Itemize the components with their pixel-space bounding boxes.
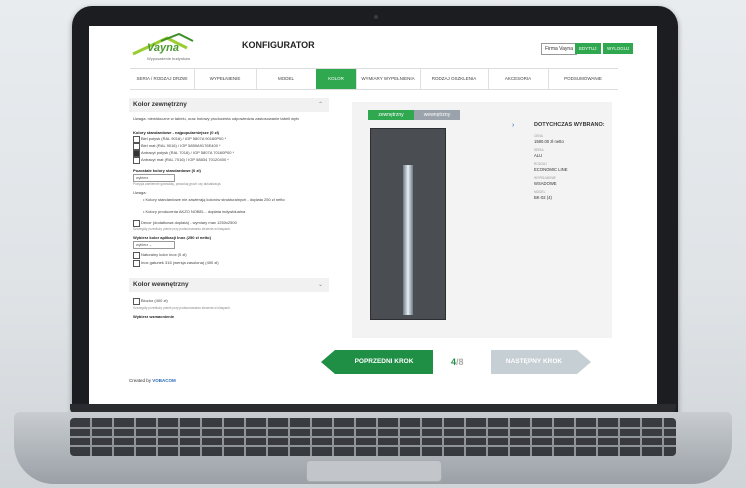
screen: Vayna Wyposażenie budynków KONFIGURATOR … [89, 26, 657, 404]
page-title: KONFIGURATOR [242, 40, 315, 50]
door-preview-panel: zewnętrzny wewnętrzny › DOTYCHCZAS WYBRA… [352, 102, 612, 338]
prev-arrow-icon[interactable] [321, 350, 335, 374]
prev-step-button[interactable]: POPRZEDNI KROK [335, 350, 433, 374]
inox-checkbox[interactable] [133, 252, 140, 259]
tab-interior[interactable]: wewnętrzny [414, 110, 460, 120]
option-checkbox[interactable] [133, 157, 140, 164]
notes-label: Uwaga: [133, 190, 147, 195]
keyboard [70, 418, 676, 456]
other-colors-select[interactable]: wybierz [133, 174, 175, 182]
next-step-button[interactable]: NASTĘPNY KROK [491, 350, 577, 374]
summary-label: WYPEŁNIENIE [534, 176, 556, 180]
decor-label: Decor (dodatkowa dopłata) - wymiary max … [141, 220, 237, 225]
tab-akcesoria[interactable]: AKCESORIA [488, 69, 548, 89]
option-label: Biel mat (RAL 9016) / IGP 5859A9176E400 … [141, 143, 221, 148]
summary-value: ECONOMIC LINE [534, 167, 568, 172]
interior-extra-heading: Wybierz wzmacnienie [133, 314, 175, 319]
other-colors-note: Pozycja zamiennie gotowiołę, poszukaj gr… [133, 182, 222, 186]
interior-section-header[interactable]: Kolor wewnętrzny ⌄ [129, 278, 329, 292]
interior-option-label: Biozior (400 zł) [141, 298, 168, 303]
summary-label: RODZAJ [534, 162, 547, 166]
exterior-heading: Kolor zewnętrzny [133, 101, 187, 108]
option-label: Antracyt mat (RAL 7016) / IGP 58834 7012… [141, 157, 229, 162]
inox-label: Naturalny kolor Inox (0 zł) [141, 252, 187, 257]
interior-heading: Kolor wewnętrzny [133, 281, 189, 288]
credits: Created by VOBACOM [129, 378, 176, 383]
application-heading: Wybierz kolor aplikacji Inox (250 zł net… [133, 235, 211, 240]
step-counter: 4/8 [451, 357, 464, 367]
step-nav: SERIA / RODZAJ DRZWI WYPEŁNIENIE MODEL K… [130, 68, 618, 90]
tab-podsumowanie[interactable]: PODSUMOWANIE [548, 69, 618, 89]
option-checkbox-checked[interactable] [133, 150, 140, 157]
option-checkbox[interactable] [133, 143, 140, 150]
edit-button[interactable]: EDYTUJ [575, 43, 601, 54]
summary-value: ALU [534, 153, 543, 158]
tab-wypelnienie[interactable]: WYPEŁNIENIE [194, 69, 256, 89]
logout-button[interactable]: WYLOGUJ [603, 43, 634, 54]
tab-kolor[interactable]: KOLOR [316, 69, 356, 89]
logo-text: Vayna [147, 42, 180, 54]
credits-link[interactable]: VOBACOM [152, 378, 176, 383]
other-colors-heading: Pozostałe kolory standardowe (0 zł) [133, 168, 201, 173]
inox-label: Inox gatunek 316 (wersja zasolona) (400 … [141, 260, 219, 265]
exterior-section-header[interactable]: Kolor zewnętrzny ⌃ [129, 98, 329, 112]
logo-tagline: Wyposażenie budynków [147, 56, 191, 61]
interior-checkbox[interactable] [133, 298, 140, 305]
note-bullet: • Kolory standardowe nie zawierają kolor… [143, 197, 285, 202]
summary-value: WSADOWE [534, 181, 557, 186]
tab-exterior[interactable]: zewnętrzny [368, 110, 414, 120]
interior-note: Szczegóły przedłuży potnie przy podsumow… [133, 306, 231, 310]
trackpad [306, 460, 442, 482]
firm-badge: Firma Vayna [541, 43, 577, 55]
tab-oszklenie[interactable]: RODZAJ OSZKLENIA [420, 69, 488, 89]
door-glass-strip [403, 165, 413, 315]
header: Vayna Wyposażenie budynków KONFIGURATOR … [89, 26, 657, 68]
camera-icon [374, 15, 378, 19]
door-image [370, 128, 446, 320]
option-label: Antracyt połysk (RAL 7016) / IGP 5807A 7… [141, 150, 235, 155]
exterior-intro: Uwaga: niewidoczne w tabelu, oraz hotowy… [133, 116, 300, 121]
tab-wymiary[interactable]: WYMIARY WYPEŁNIENIA [356, 69, 420, 89]
next-arrow-icon[interactable] [577, 350, 591, 374]
inox-checkbox[interactable] [133, 260, 140, 267]
summary-label: MODEL [534, 190, 546, 194]
option-label: Biel połysk (RAL 9016) / IGP 5807A 90160… [141, 136, 227, 141]
summary-heading: DOTYCHCZAS WYBRANO: [534, 122, 605, 128]
decor-checkbox[interactable] [133, 220, 140, 227]
chevron-down-icon[interactable]: ⌄ [318, 281, 323, 288]
summary-value: BK-02 (4) [534, 195, 552, 200]
note-bullet: • Kolory producenta AKZO NOBEL - dopłata… [143, 209, 246, 214]
option-checkbox[interactable] [133, 136, 140, 143]
tab-model[interactable]: MODEL [256, 69, 316, 89]
standard-colors-heading: Kolory standardowe - najpopularniejsze (… [133, 130, 220, 135]
summary-label: CENA [534, 134, 543, 138]
summary-label: SERIA [534, 148, 544, 152]
tab-seria[interactable]: SERIA / RODZAJ DRZWI [130, 69, 194, 89]
chevron-right-icon[interactable]: › [512, 122, 514, 129]
summary-value: 1590.00 zł netto [534, 139, 564, 144]
decor-note: Szczegóły przedłuży potnie przy podsumow… [133, 227, 231, 231]
chevron-up-icon[interactable]: ⌃ [318, 101, 323, 108]
color-options-panel: Kolor zewnętrzny ⌃ Uwaga: niewidoczne w … [129, 98, 329, 378]
application-select[interactable]: wybierz ⌄ [133, 241, 175, 249]
